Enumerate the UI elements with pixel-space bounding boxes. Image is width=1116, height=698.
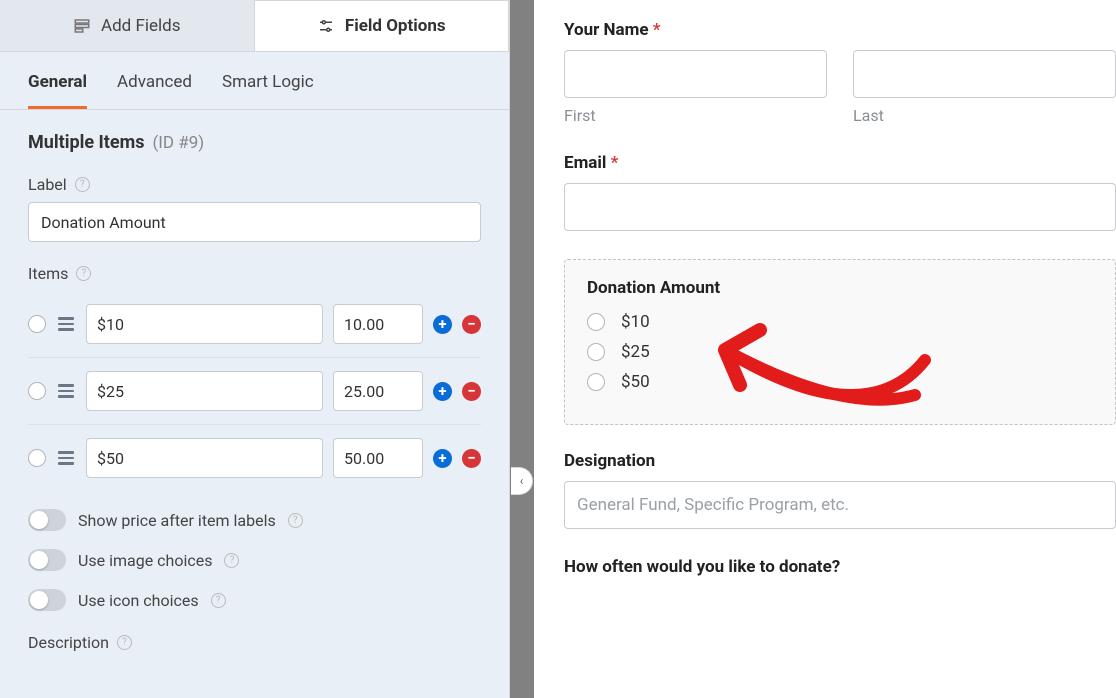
item-label-input[interactable] (86, 371, 323, 411)
tab-field-options-label: Field Options (345, 16, 446, 36)
preview-donation-radio[interactable] (587, 373, 605, 391)
subtab-smart-logic[interactable]: Smart Logic (222, 72, 314, 109)
remove-item-button[interactable]: − (462, 449, 481, 468)
toggle-show-price-label: Show price after item labels (78, 511, 276, 530)
toggle-icon-choices[interactable] (28, 589, 66, 611)
label-input[interactable] (28, 202, 481, 242)
item-label-input[interactable] (86, 438, 323, 478)
preview-donation-option: $25 (621, 342, 650, 362)
toggle-image-choices-label: Use image choices (78, 551, 212, 570)
item-price-input[interactable] (333, 304, 423, 344)
subtab-general[interactable]: General (28, 72, 87, 109)
preview-last-name-input[interactable] (853, 50, 1116, 98)
add-item-button[interactable]: + (433, 382, 452, 401)
item-price-input[interactable] (333, 438, 423, 478)
preview-donation-label: Donation Amount (587, 278, 1093, 298)
preview-designation-input[interactable] (564, 481, 1116, 529)
panel-divider[interactable] (510, 0, 534, 698)
item-default-radio[interactable] (28, 449, 46, 467)
help-icon[interactable]: ? (288, 513, 303, 528)
preview-name-label: Your Name * (564, 20, 1116, 40)
toggle-show-price[interactable] (28, 509, 66, 531)
help-icon[interactable]: ? (75, 177, 90, 192)
preview-donation-radio[interactable] (587, 313, 605, 331)
preview-designation-label: Designation (564, 451, 1116, 471)
item-row: + − (28, 425, 481, 491)
drag-handle-icon[interactable] (56, 382, 76, 400)
field-type-name: Multiple Items (28, 132, 144, 153)
item-row: + − (28, 358, 481, 425)
item-row: + − (28, 291, 481, 358)
add-fields-icon (73, 17, 91, 35)
tab-field-options[interactable]: Field Options (254, 0, 510, 51)
item-default-radio[interactable] (28, 315, 46, 333)
item-label-input[interactable] (86, 304, 323, 344)
preview-donation-option: $10 (621, 312, 650, 332)
item-price-input[interactable] (333, 371, 423, 411)
field-id: (ID #9) (152, 133, 204, 153)
preview-email-input[interactable] (564, 183, 1116, 231)
preview-first-name-input[interactable] (564, 50, 827, 98)
subtab-advanced[interactable]: Advanced (117, 72, 192, 109)
items-caption: Items (28, 264, 68, 283)
preview-frequency-label: How often would you like to donate? (564, 557, 1116, 577)
preview-donation-option: $50 (621, 372, 650, 392)
add-item-button[interactable]: + (433, 315, 452, 334)
preview-donation-radio[interactable] (587, 343, 605, 361)
drag-handle-icon[interactable] (56, 315, 76, 333)
tab-add-fields[interactable]: Add Fields (0, 0, 254, 51)
tab-add-fields-label: Add Fields (101, 16, 181, 36)
help-icon[interactable]: ? (224, 553, 239, 568)
preview-selected-field[interactable]: Donation Amount $10 $25 $50 (564, 259, 1116, 425)
help-icon[interactable]: ? (76, 266, 91, 281)
field-options-icon (317, 17, 335, 35)
preview-email-label: Email * (564, 153, 1116, 173)
preview-first-sublabel: First (564, 106, 827, 125)
help-icon[interactable]: ? (211, 593, 226, 608)
toggle-image-choices[interactable] (28, 549, 66, 571)
remove-item-button[interactable]: − (462, 382, 481, 401)
item-default-radio[interactable] (28, 382, 46, 400)
label-caption: Label (28, 175, 67, 194)
add-item-button[interactable]: + (433, 449, 452, 468)
remove-item-button[interactable]: − (462, 315, 481, 334)
toggle-icon-choices-label: Use icon choices (78, 591, 199, 610)
help-icon[interactable]: ? (117, 635, 132, 650)
description-caption: Description (28, 633, 109, 652)
preview-last-sublabel: Last (853, 106, 1116, 125)
drag-handle-icon[interactable] (56, 449, 76, 467)
